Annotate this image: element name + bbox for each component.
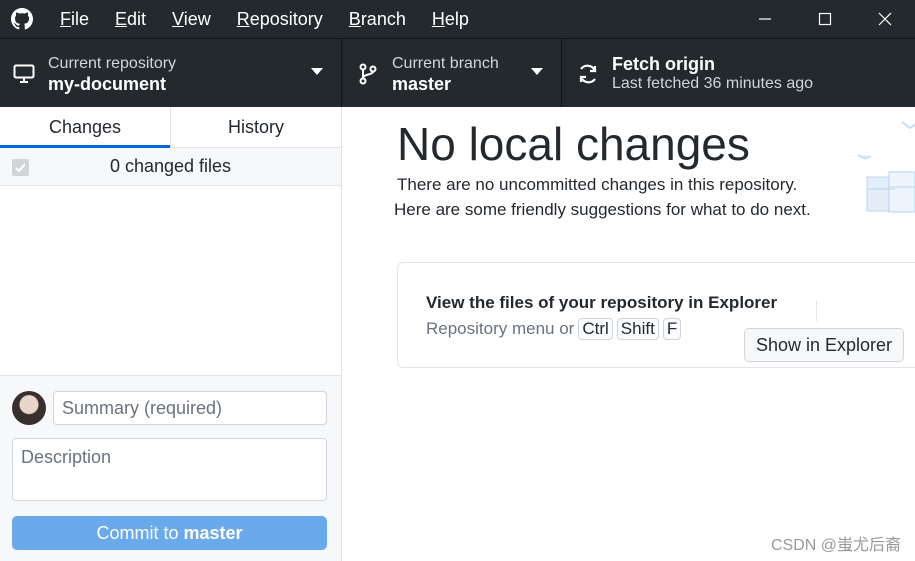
description-input[interactable] [12, 438, 327, 501]
repository-name: my-document [48, 73, 167, 94]
no-changes-message: There are no uncommitted changes in this… [397, 175, 798, 194]
current-repository-button[interactable]: Current repository my-document [0, 39, 342, 108]
branch-name: master [392, 73, 452, 94]
checkbox-icon[interactable] [12, 159, 29, 176]
monitor-icon [12, 62, 36, 86]
sync-icon [576, 62, 600, 86]
chevron-down-icon [311, 68, 323, 75]
card-title: View the files of your repository in Exp… [426, 293, 778, 312]
fetch-origin-title: Fetch origin [612, 53, 715, 74]
tab-history[interactable]: History [170, 107, 341, 147]
card-shortcut-prefix: Repository menu or [426, 319, 575, 338]
fetch-origin-button[interactable]: Fetch origin Last fetched 36 minutes ago [562, 39, 915, 108]
divider [816, 301, 817, 321]
menu-file[interactable]: File [48, 0, 102, 38]
kbd-f: F [662, 318, 682, 340]
menu-view[interactable]: View [159, 0, 224, 38]
watermark: CSDN @蚩尤后裔 [770, 537, 901, 554]
commit-button-prefix: Commit to [96, 522, 179, 543]
page-title: No local changes [397, 118, 750, 170]
suggestions-message: Here are some friendly suggestions for w… [394, 200, 811, 219]
github-logo-icon [10, 7, 34, 31]
commit-button-branch: master [183, 522, 243, 543]
kbd-shift: Shift [616, 318, 659, 340]
repository-label: Current repository [48, 54, 177, 72]
menu-branch[interactable]: Branch [336, 0, 419, 38]
minimize-icon[interactable] [735, 0, 795, 38]
main-panel: No local changes There are no uncommitte… [342, 107, 915, 561]
commit-area: Commit to master [0, 375, 341, 561]
last-fetched-text: Last fetched 36 minutes ago [612, 74, 814, 92]
maximize-icon[interactable] [795, 0, 855, 38]
summary-input[interactable] [53, 391, 327, 425]
sidebar-tabs: Changes History [0, 107, 341, 148]
changed-files-header: 0 changed files [0, 148, 341, 186]
branch-label: Current branch [392, 54, 499, 72]
card-shortcut-hint: Repository menu or Ctrl Shift F [426, 318, 682, 340]
changed-files-count: 0 changed files [109, 156, 232, 176]
avatar [12, 391, 46, 425]
current-branch-button[interactable]: Current branch master [342, 39, 562, 108]
title-bar: File Edit View Repository Branch Help [0, 0, 915, 38]
commit-button[interactable]: Commit to master [12, 516, 327, 550]
window-controls [735, 0, 915, 38]
kbd-ctrl: Ctrl [578, 318, 613, 340]
illustration-icon [856, 121, 915, 213]
explorer-suggestion-card: View the files of your repository in Exp… [397, 262, 915, 368]
chevron-down-icon [531, 68, 543, 75]
menu-help[interactable]: Help [419, 0, 482, 38]
menu-edit[interactable]: Edit [102, 0, 159, 38]
menu-bar: File Edit View Repository Branch Help [48, 0, 482, 38]
menu-repository[interactable]: Repository [224, 0, 336, 38]
branch-icon [356, 62, 380, 86]
close-icon[interactable] [855, 0, 915, 38]
show-in-explorer-button[interactable]: Show in Explorer [744, 328, 904, 362]
sidebar: Changes History 0 changed files Commit t… [0, 107, 342, 561]
tab-changes[interactable]: Changes [0, 107, 170, 148]
toolbar: Current repository my-document Current b… [0, 38, 915, 108]
